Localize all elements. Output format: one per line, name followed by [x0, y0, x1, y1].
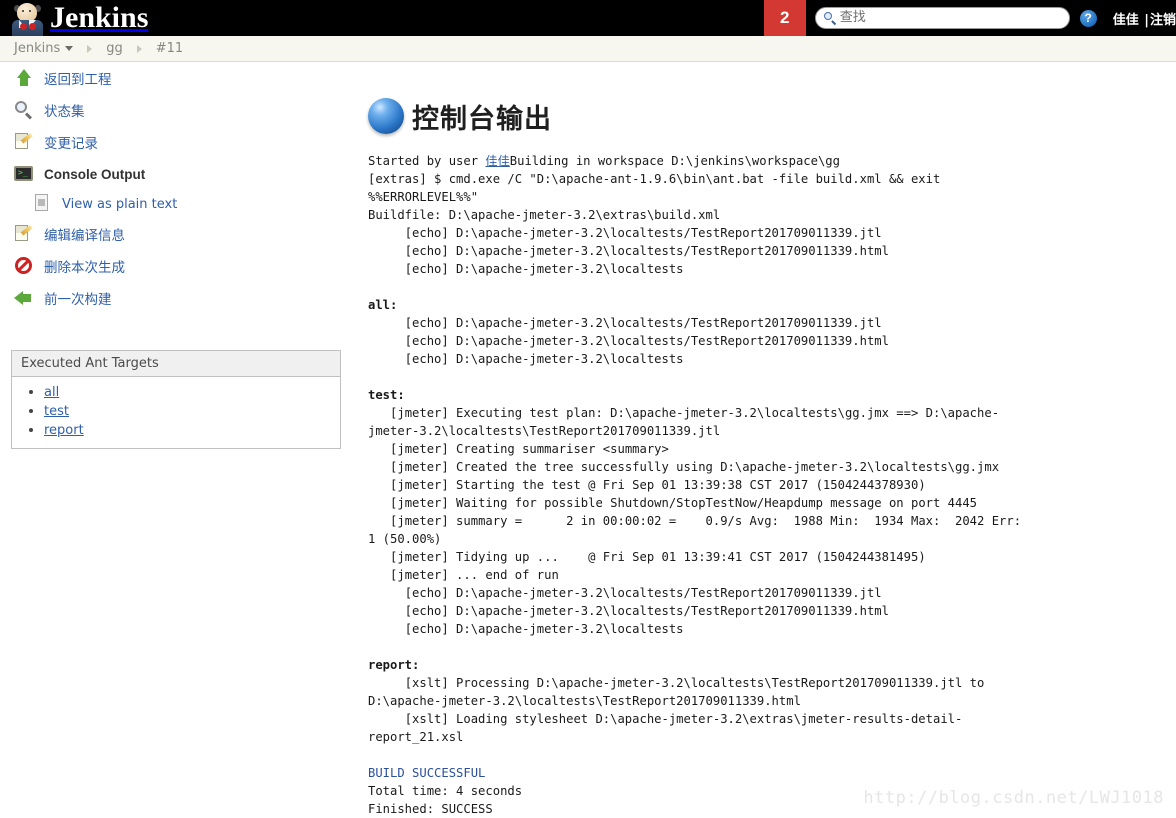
breadcrumb-separator-icon	[136, 44, 142, 53]
sidebar-item-status[interactable]: 状态集	[0, 94, 352, 126]
sidebar-item-console-output[interactable]: Console Output	[0, 158, 352, 190]
notepad-pencil-icon	[13, 131, 35, 153]
console-terminal-icon	[13, 163, 35, 185]
sidebar-item-changes[interactable]: 变更记录	[0, 126, 352, 158]
ant-target-link[interactable]: report	[44, 423, 84, 438]
sidebar-item-label: 返回到工程	[44, 72, 112, 88]
ant-target-link[interactable]: test	[44, 404, 69, 419]
blue-sphere-icon	[368, 98, 404, 134]
logout-link[interactable]: 注销	[1150, 13, 1176, 28]
sidebar-item-label: View as plain text	[62, 196, 178, 212]
left-arrow-icon	[13, 287, 35, 309]
watermark: http://blog.csdn.net/LWJ1018	[863, 788, 1164, 808]
jenkins-home-link[interactable]: Jenkins	[8, 0, 148, 36]
ant-targets-title: Executed Ant Targets	[12, 351, 340, 377]
sidebar-item-label: 编辑编译信息	[44, 228, 125, 244]
console-started-by-prefix: Started by user	[368, 154, 486, 168]
console-lines-all: [echo] D:\apache-jmeter-3.2\localtests/T…	[404, 316, 889, 366]
user-links: 佳佳 |注销	[1113, 9, 1176, 28]
list-item: test	[44, 402, 340, 421]
sidebar-item-view-plain-text[interactable]: View as plain text	[0, 190, 352, 218]
notepad-pencil-icon	[13, 223, 35, 245]
top-navigation-bar: Jenkins 2 查找 ? 佳佳 |注销	[0, 0, 1176, 36]
list-item: all	[44, 383, 340, 402]
console-lines-report: [xslt] Processing D:\apache-jmeter-3.2\l…	[368, 676, 985, 744]
breadcrumb: Jenkins gg #11	[0, 36, 1176, 62]
user-links-separator: |	[1144, 12, 1149, 28]
sidebar-item-label: 状态集	[44, 104, 85, 120]
console-target-test: test:	[368, 388, 405, 402]
document-icon	[31, 193, 53, 215]
sidebar-item-label: 删除本次生成	[44, 260, 125, 276]
executed-ant-targets-panel: Executed Ant Targets all test report	[11, 350, 341, 449]
console-started-by-user-link[interactable]: 佳佳	[485, 154, 509, 168]
console-target-report: report:	[368, 658, 420, 672]
ant-target-link[interactable]: all	[44, 385, 59, 400]
sidebar-item-edit-build-information[interactable]: 编辑编译信息	[0, 218, 352, 250]
brand-title: Jenkins	[50, 1, 149, 34]
console-build-status: BUILD SUCCESSFUL	[368, 766, 486, 780]
console-lines-header: Building in workspace D:\jenkins\workspa…	[368, 154, 941, 276]
console-lines-end: Total time: 4 seconds Finished: SUCCESS	[368, 784, 523, 816]
chevron-down-icon[interactable]	[65, 46, 74, 51]
prohibit-icon	[13, 255, 35, 277]
breadcrumb-item-job[interactable]: gg	[106, 41, 123, 56]
breadcrumb-separator-icon	[87, 44, 93, 53]
page-title: 控制台输出	[368, 94, 1163, 138]
up-arrow-icon	[13, 67, 35, 89]
top-right-controls: 2 查找 ? 佳佳 |注销	[763, 0, 1176, 36]
sidebar-item-delete-build[interactable]: 删除本次生成	[0, 250, 352, 282]
sidebar-item-back-to-project[interactable]: 返回到工程	[0, 62, 352, 94]
sidebar-item-previous-build[interactable]: 前一次构建	[0, 282, 352, 314]
search-icon	[823, 11, 837, 25]
console-output-text: Started by user 佳佳Building in workspace …	[368, 152, 1040, 818]
search-placeholder: 查找	[839, 10, 866, 25]
magnifier-icon	[13, 99, 35, 121]
question-mark-icon[interactable]: ?	[1079, 9, 1097, 27]
jenkins-butler-icon	[8, 0, 48, 36]
sidebar-item-label: Console Output	[44, 166, 146, 182]
breadcrumb-item-jenkins[interactable]: Jenkins	[14, 41, 60, 56]
main-content: 控制台输出 Started by user 佳佳Building in work…	[368, 94, 1163, 818]
sidebar-item-label: 变更记录	[44, 136, 98, 152]
sidebar-item-label: 前一次构建	[44, 292, 112, 308]
list-item: report	[44, 421, 340, 440]
page-title-text: 控制台输出	[412, 103, 552, 135]
search-container: 查找	[814, 7, 1070, 29]
sidebar: 返回到工程 状态集 变更记录 Console Output View as pl…	[0, 62, 352, 314]
ant-targets-body: all test report	[12, 377, 340, 448]
breadcrumb-item-build[interactable]: #11	[156, 41, 183, 56]
user-name-link[interactable]: 佳佳	[1113, 13, 1139, 28]
console-lines-test: [jmeter] Executing test plan: D:\apache-…	[368, 406, 1022, 636]
build-queue-badge[interactable]: 2	[763, 0, 806, 36]
console-target-all: all:	[368, 298, 398, 312]
search-input[interactable]: 查找	[814, 7, 1070, 29]
